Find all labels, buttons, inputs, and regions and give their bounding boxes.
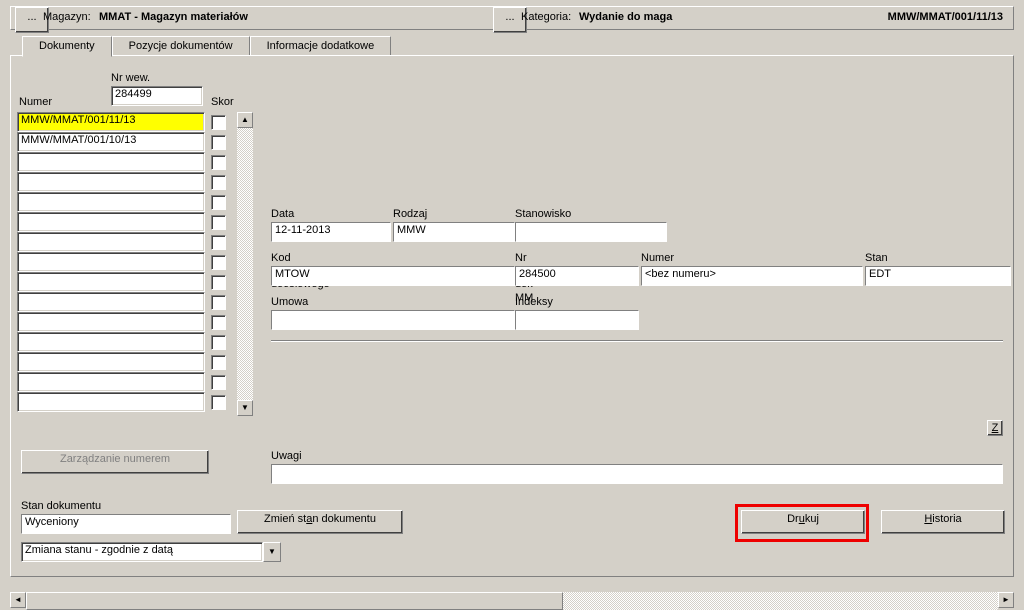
stanowisko-field[interactable] — [515, 222, 667, 242]
numer-mm-field[interactable]: <bez numeru> — [641, 266, 863, 286]
numer-row[interactable] — [17, 192, 205, 212]
scroll-right-icon[interactable]: ► — [998, 592, 1014, 608]
skor-checkbox[interactable] — [211, 175, 226, 190]
skor-checkbox[interactable] — [211, 235, 226, 250]
kategoria-label: Kategoria: — [521, 11, 571, 24]
skor-checkbox[interactable] — [211, 335, 226, 350]
stan-mm-field[interactable]: EDT — [865, 266, 1011, 286]
nrwew-label: Nr wew. — [111, 72, 150, 85]
tab-informacje[interactable]: Informacje dodatkowe — [250, 36, 392, 56]
nrwew-field[interactable]: 284499 — [111, 86, 203, 106]
umowa-field[interactable] — [271, 310, 515, 330]
tab-dokumenty[interactable]: Dokumenty — [22, 36, 112, 57]
kategoria-value: Wydanie do maga — [579, 11, 672, 24]
list-scrollbar[interactable]: ▲ ▼ — [237, 112, 253, 416]
numer-row[interactable] — [17, 392, 205, 412]
skor-checkbox[interactable] — [211, 215, 226, 230]
drukuj-highlight — [735, 504, 869, 542]
skor-checkbox[interactable] — [211, 275, 226, 290]
numer-row[interactable] — [17, 272, 205, 292]
stan-dok-label: Stan dokumentu — [21, 500, 101, 513]
magazyn-value: MMAT - Magazyn materiałów — [99, 11, 248, 24]
uwagi-field[interactable] — [271, 464, 1003, 484]
skor-checkbox[interactable] — [211, 315, 226, 330]
uwagi-label: Uwagi — [271, 450, 302, 463]
historia-label: Historia — [924, 513, 961, 525]
numer-row[interactable]: MMW/MMAT/001/11/13 — [17, 112, 205, 132]
kod-mag-field[interactable]: MTOW — [271, 266, 515, 286]
skor-checkbox[interactable] — [211, 395, 226, 410]
numer-row[interactable] — [17, 292, 205, 312]
magazyn-label: Magazyn: — [43, 11, 91, 24]
z-button-label: Z — [992, 422, 999, 434]
chevron-down-icon[interactable]: ▼ — [263, 542, 281, 562]
umowa-label: Umowa — [271, 296, 308, 309]
scroll-down-icon[interactable]: ▼ — [237, 400, 253, 416]
numer-row[interactable] — [17, 312, 205, 332]
numer-row[interactable] — [17, 372, 205, 392]
numer-row[interactable]: MMW/MMAT/001/10/13 — [17, 132, 205, 152]
zarzadzanie-numerem-button[interactable]: Zarządzanie numerem — [21, 450, 209, 474]
historia-button[interactable]: Historia — [881, 510, 1005, 534]
skor-checkbox[interactable] — [211, 155, 226, 170]
numer-row[interactable] — [17, 332, 205, 352]
skor-checkbox[interactable] — [211, 135, 226, 150]
numer-row[interactable] — [17, 232, 205, 252]
numer-row[interactable] — [17, 152, 205, 172]
tab-body: Numer Nr wew. 284499 Skor MMW/MMAT/001/1… — [10, 55, 1014, 577]
skor-checkbox[interactable] — [211, 255, 226, 270]
zmien-stan-label: Zmień stan dokumentu — [264, 513, 376, 525]
scroll-left-icon[interactable]: ◄ — [10, 592, 26, 608]
tab-strip: Dokumenty Pozycje dokumentów Informacje … — [22, 36, 391, 56]
stan-dok-field[interactable]: Wyceniony — [21, 514, 231, 534]
tab-pozycje[interactable]: Pozycje dokumentów — [112, 36, 250, 56]
numer-label: Numer — [19, 96, 52, 109]
numer-row[interactable] — [17, 172, 205, 192]
data-wyst-field[interactable]: 12-11-2013 — [271, 222, 391, 242]
numer-row[interactable] — [17, 212, 205, 232]
scroll-up-icon[interactable]: ▲ — [237, 112, 253, 128]
numer-row[interactable] — [17, 352, 205, 372]
skor-checkbox[interactable] — [211, 375, 226, 390]
doc-number: MMW/MMAT/001/11/13 — [888, 11, 1003, 24]
nrwew-mm-field[interactable]: 284500 — [515, 266, 639, 286]
zmiana-stanu-value: Zmiana stanu - zgodnie z datą — [21, 542, 263, 562]
z-button[interactable]: Z — [987, 420, 1003, 436]
rodzaj-field[interactable]: MMW — [393, 222, 515, 242]
zmiana-stanu-dropdown[interactable]: Zmiana stanu - zgodnie z datą ▼ — [21, 542, 281, 562]
skor-checkbox[interactable] — [211, 195, 226, 210]
skor-label: Skor — [211, 96, 234, 109]
skor-checkbox[interactable] — [211, 115, 226, 130]
skor-checkbox[interactable] — [211, 355, 226, 370]
horizontal-scrollbar[interactable]: ◄ ► — [10, 592, 1014, 610]
skor-checkbox[interactable] — [211, 295, 226, 310]
indeksy-field[interactable] — [515, 310, 639, 330]
zmien-stan-button[interactable]: Zmień stan dokumentu — [237, 510, 403, 534]
numer-row[interactable] — [17, 252, 205, 272]
